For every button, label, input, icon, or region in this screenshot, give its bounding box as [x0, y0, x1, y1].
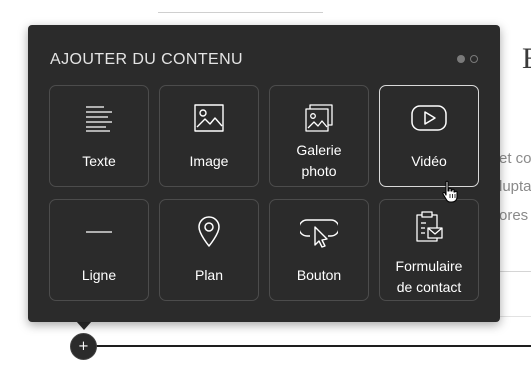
image-icon: [160, 101, 258, 135]
tile-image[interactable]: Image: [159, 85, 259, 187]
tile-video[interactable]: Vidéo: [379, 85, 479, 187]
text-lines-icon: [50, 101, 148, 135]
page-dot-1[interactable]: [457, 55, 465, 63]
page-text-line-3: ores: [499, 207, 529, 224]
button-click-icon: [270, 215, 368, 249]
tile-label: Bouton: [296, 266, 342, 283]
section-insert-line: [95, 345, 531, 347]
popover-arrow: [76, 321, 92, 330]
page-heading-fragment: E: [522, 44, 531, 74]
horizontal-line-icon: [50, 215, 148, 249]
tile-label: Formulaire de contact: [395, 258, 463, 295]
tile-label: Vidéo: [411, 152, 447, 169]
tile-galerie-photo[interactable]: Galerie photo: [269, 85, 369, 187]
tile-plan[interactable]: Plan: [159, 199, 259, 301]
tile-texte[interactable]: Texte: [49, 85, 149, 187]
popover-title: AJOUTER DU CONTENU: [50, 51, 243, 68]
page-text-line-2: lupta: [499, 178, 531, 195]
map-pin-icon: [160, 215, 258, 249]
tile-ligne[interactable]: Ligne: [49, 199, 149, 301]
hand-cursor-icon: [440, 180, 460, 204]
photo-gallery-icon: [270, 101, 368, 135]
tile-label: Plan: [194, 266, 224, 283]
tile-bouton[interactable]: Bouton: [269, 199, 369, 301]
add-content-button[interactable]: +: [70, 333, 97, 360]
page-dot-2[interactable]: [470, 55, 478, 63]
page-text-line-1: et co: [499, 150, 531, 167]
contact-form-icon: [380, 210, 478, 244]
pagination-dots: [457, 55, 478, 63]
video-play-icon: [380, 101, 478, 135]
tile-label: Ligne: [81, 266, 117, 283]
tile-label: Galerie photo: [296, 142, 342, 179]
tile-formulaire-de-contact[interactable]: Formulaire de contact: [379, 199, 479, 301]
tile-label: Texte: [82, 152, 116, 169]
add-content-popover: AJOUTER DU CONTENU Texte Image Galerie p…: [28, 25, 500, 322]
plus-icon: +: [78, 339, 89, 354]
page-divider-top: [158, 12, 323, 13]
tile-label: Image: [189, 152, 229, 169]
